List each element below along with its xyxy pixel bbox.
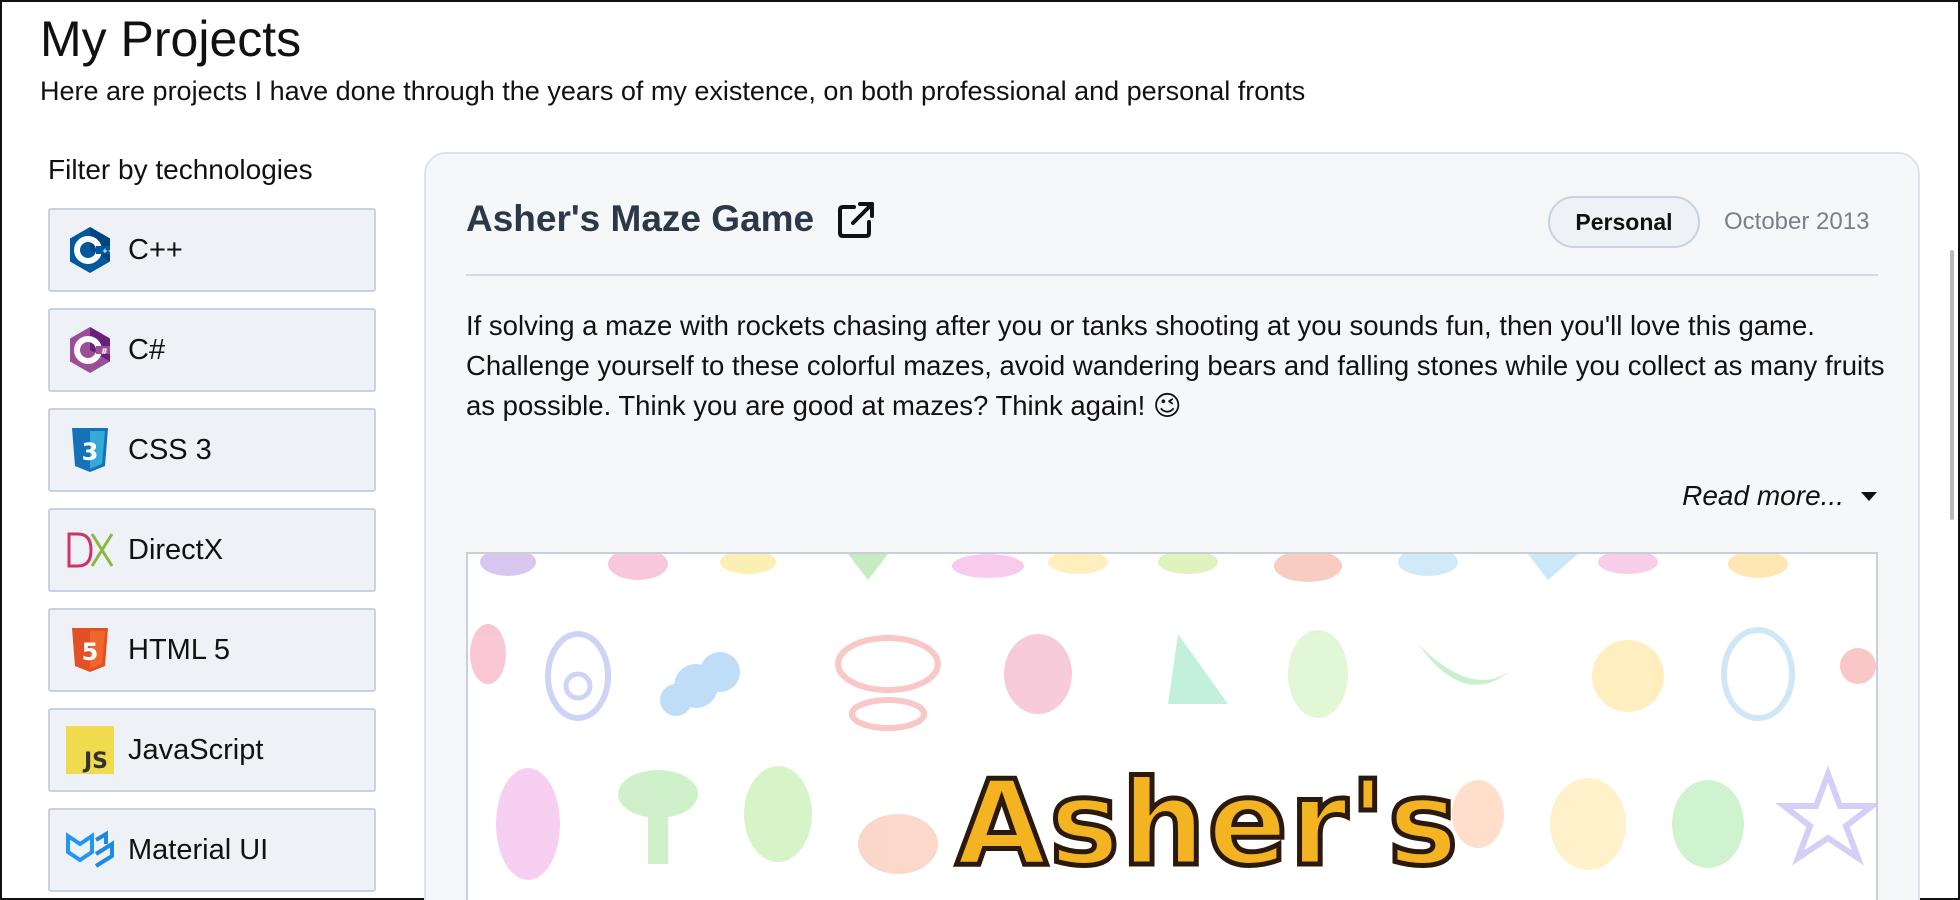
filter-cplusplus[interactable]: ++ C++ [48,208,376,292]
project-card: Asher's Maze Game Personal October 2013 … [424,152,1920,900]
caret-down-icon [1861,492,1877,501]
project-title: Asher's Maze Game [466,198,815,239]
filter-heading: Filter by technologies [48,154,313,185]
css3-icon: 3 [66,426,114,474]
filter-label: HTML 5 [128,633,231,666]
filter-javascript[interactable]: JS JavaScript [48,708,376,792]
svg-text:++: ++ [102,247,112,255]
project-screenshot: Asher's [466,552,1878,900]
category-badge: Personal [1548,196,1700,248]
filter-label: DirectX [128,533,224,566]
technology-filter-list: ++ C++ # C# 3 CSS 3 DirectX 5 HTML 5 JS … [48,208,376,900]
project-description: If solving a maze with rockets chasing a… [466,310,1885,421]
divider [466,274,1878,276]
filter-label: C# [128,333,166,366]
page-subtitle: Here are projects I have done through th… [40,76,1306,106]
svg-text:5: 5 [82,638,99,666]
game-logo-text: Asher's [953,752,1461,895]
svg-text:3: 3 [82,438,99,466]
svg-text:JS: JS [82,749,108,774]
read-more-label: Read more... [1682,480,1844,511]
filter-csharp[interactable]: # C# [48,308,376,392]
filter-label: CSS 3 [128,433,212,466]
filter-html5[interactable]: 5 HTML 5 [48,608,376,692]
material-ui-icon [66,826,114,874]
svg-text:#: # [101,347,108,356]
filter-label: JavaScript [128,733,264,766]
external-link-icon[interactable] [836,200,876,240]
directx-icon [66,526,114,574]
javascript-icon: JS [66,726,114,774]
read-more-toggle[interactable]: Read more... [1682,480,1878,512]
filter-label: Material UI [128,833,269,866]
project-date: October 2013 [1724,208,1870,235]
html5-icon: 5 [66,626,114,674]
filter-directx[interactable]: DirectX [48,508,376,592]
csharp-icon: # [66,326,114,374]
page-scrollbar[interactable] [1950,250,1954,520]
filter-label: C++ [128,233,183,266]
page-title: My Projects [40,11,302,67]
cplusplus-icon: ++ [66,226,114,274]
filter-material-ui[interactable]: Material UI [48,808,376,892]
filter-css3[interactable]: 3 CSS 3 [48,408,376,492]
